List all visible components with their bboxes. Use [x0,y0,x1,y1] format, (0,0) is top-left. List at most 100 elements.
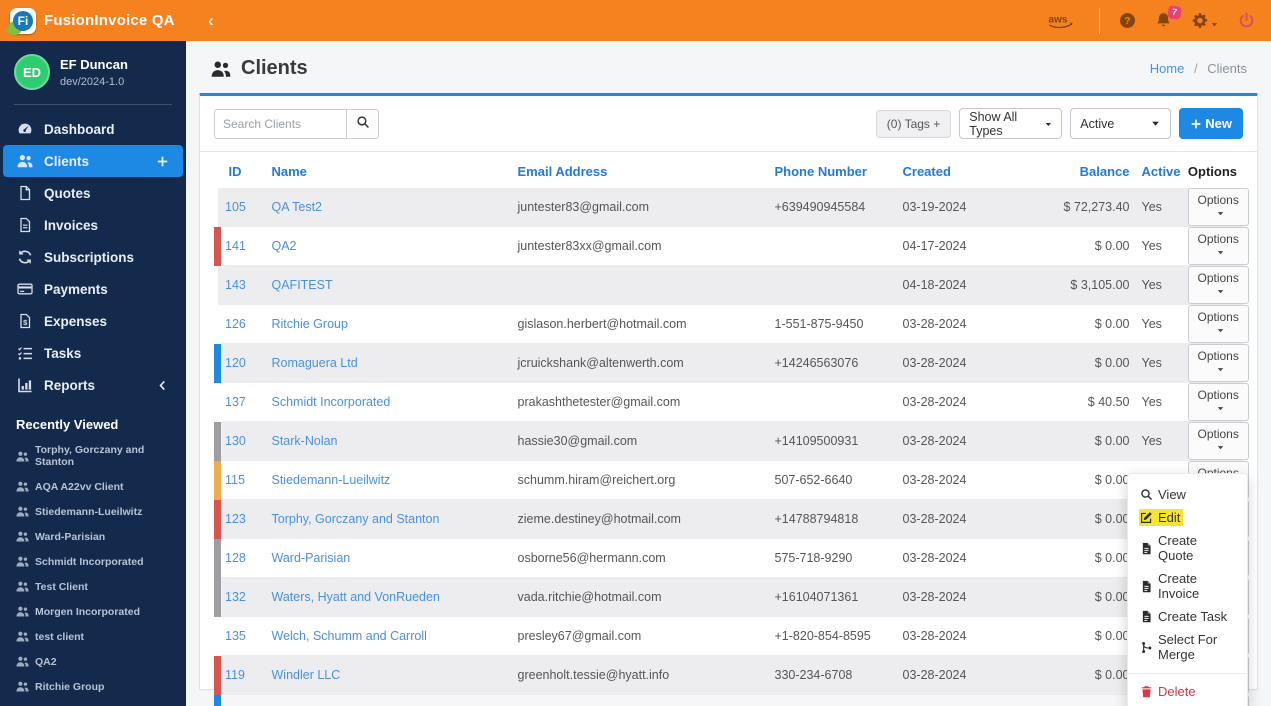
settings-menu[interactable] [1191,12,1219,29]
sidebar-item-tasks[interactable]: Tasks [3,337,183,369]
brand[interactable]: Fi FusionInvoice QA [0,7,186,34]
type-filter-select[interactable]: Show All Types [959,108,1063,139]
recently-viewed-item[interactable]: AQA A22vv Client [0,474,186,499]
client-name-link[interactable]: Welch, Schumm and Carroll [265,616,512,656]
client-name-link[interactable]: QA Test2 [265,188,512,227]
search-input[interactable] [214,108,346,139]
client-id-link[interactable]: 119 [214,655,266,695]
client-id-link[interactable]: 137 [217,382,266,422]
sidebar-item-dashboard[interactable]: Dashboard [3,113,183,145]
sidebar-item-quotes[interactable]: Quotes [3,177,183,209]
table-header-row: ID Name Email Address Phone Number Creat… [218,154,1244,188]
aws-icon[interactable]: aws [1046,12,1080,30]
recently-viewed-item[interactable]: Test Client [0,574,186,599]
row-options-button[interactable]: Options [1187,305,1249,343]
client-active: Yes [1135,382,1182,422]
recently-viewed-item[interactable]: Stiedemann-Lueilwitz [0,499,186,524]
user-block[interactable]: ED EF Duncan dev/2024-1.0 [0,41,186,102]
client-email: gislason.herbert@hotmail.com [511,304,769,344]
client-id-link[interactable]: 120 [214,343,266,383]
client-name-link[interactable]: Schmidt Incorporated [265,382,512,422]
client-id-link[interactable]: 115 [214,460,266,500]
menu-item-create-quote[interactable]: Create Quote [1128,529,1247,567]
file-invoice-icon [17,217,33,233]
client-name-link[interactable]: Waters, Hyatt and VonRueden [265,577,512,617]
menu-item-view[interactable]: View [1128,483,1247,506]
client-name-link[interactable]: Romaguera Ltd [265,343,512,383]
topbar: Fi FusionInvoice QA ‹ aws ? 7 [0,0,1271,41]
trash-icon [1140,685,1153,698]
recently-viewed-item[interactable]: Schmidt Incorporated [0,549,186,574]
sidebar-item-reports[interactable]: Reports [3,369,183,401]
client-name-link[interactable]: Stark-Nolan [265,421,512,461]
row-options-button[interactable]: Options [1187,422,1249,460]
breadcrumb-home-link[interactable]: Home [1150,61,1185,76]
recent-client-name: Test Client [35,580,88,593]
sidebar-item-label: Quotes [44,185,91,201]
recently-viewed-item[interactable]: Ward-Parisian [0,524,186,549]
recently-viewed-item[interactable]: Torphy, Gorczany and Stanton [0,438,186,474]
recently-viewed-item[interactable]: Ritchie Group [0,674,186,699]
client-id-link[interactable]: 105 [217,188,266,227]
merge-icon [1140,641,1153,654]
menu-item-delete[interactable]: Delete [1128,680,1247,703]
client-id-link[interactable]: 128 [214,538,266,578]
table-row: 118Zieme-Binsalycia71@hotmail.com+1-828-… [214,694,1249,706]
menu-item-edit[interactable]: Edit [1128,506,1247,529]
menu-item-select-for-merge[interactable]: Select For Merge [1128,628,1247,666]
recently-viewed-item[interactable]: Morgen Incorporated [0,599,186,624]
column-header-created[interactable]: Created [897,154,1041,188]
sidebar-collapse-icon[interactable]: ‹ [208,11,214,31]
client-name-link[interactable]: Windler LLC [265,655,512,695]
client-id-link[interactable]: 141 [214,226,266,266]
client-id-link[interactable]: 126 [217,304,266,344]
tags-button[interactable]: (0) Tags + [875,109,952,138]
client-id-link[interactable]: 135 [217,616,266,656]
column-header-phone[interactable]: Phone Number [769,154,897,188]
client-name-link[interactable]: Ward-Parisian [265,538,512,578]
sidebar-item-invoices[interactable]: Invoices [3,209,183,241]
client-id-link[interactable]: 123 [214,499,266,539]
column-header-balance[interactable]: Balance [1041,154,1136,188]
client-name-link[interactable]: Ritchie Group [265,304,512,344]
client-name-link[interactable]: Stiedemann-Lueilwitz [265,460,512,500]
client-active: Yes [1135,304,1182,344]
help-icon[interactable]: ? [1119,12,1136,29]
row-options-button[interactable]: Options [1187,266,1249,304]
row-options-button[interactable]: Options [1187,383,1249,421]
menu-item-create-invoice[interactable]: Create Invoice [1128,567,1247,605]
sidebar-item-expenses[interactable]: $ Expenses [3,305,183,337]
recently-viewed-item[interactable]: test client [0,624,186,649]
column-header-name[interactable]: Name [266,154,512,188]
column-header-id[interactable]: ID [218,154,266,188]
column-header-email[interactable]: Email Address [512,154,769,188]
client-name-link[interactable]: QAFITEST [265,265,512,305]
chevron-left-icon[interactable] [156,379,169,392]
row-options-button[interactable]: Options [1187,227,1249,265]
notifications-bell-icon[interactable]: 7 [1155,5,1182,29]
status-filter-select[interactable]: Active [1070,108,1172,139]
client-name-link[interactable]: Torphy, Gorczany and Stanton [265,499,512,539]
column-header-active[interactable]: Active [1136,154,1182,188]
sidebar-item-subscriptions[interactable]: Subscriptions [3,241,183,273]
client-name-link[interactable]: Zieme-Bins [265,694,512,706]
client-id-link[interactable]: 118 [214,694,266,706]
client-created: 03-28-2024 [896,655,1041,695]
client-balance: $ 0.00 [1040,343,1136,383]
client-id-link[interactable]: 132 [214,577,266,617]
svg-text:$: $ [23,318,28,327]
plus-icon[interactable] [156,155,169,168]
row-options-button[interactable]: Options [1187,344,1249,382]
client-id-link[interactable]: 143 [217,265,266,305]
row-options-button[interactable]: Options [1187,188,1249,226]
recently-viewed-item[interactable]: QA2 [0,649,186,674]
sidebar-item-clients[interactable]: Clients [3,145,183,177]
search-button[interactable] [346,108,379,139]
client-name-link[interactable]: QA2 [265,226,512,266]
client-email: alycia71@hotmail.com [511,694,769,706]
logout-power-icon[interactable] [1238,12,1255,29]
client-id-link[interactable]: 130 [214,421,266,461]
sidebar-item-payments[interactable]: Payments [3,273,183,305]
new-client-button[interactable]: New [1179,108,1243,139]
menu-item-create-task[interactable]: Create Task [1128,605,1247,628]
